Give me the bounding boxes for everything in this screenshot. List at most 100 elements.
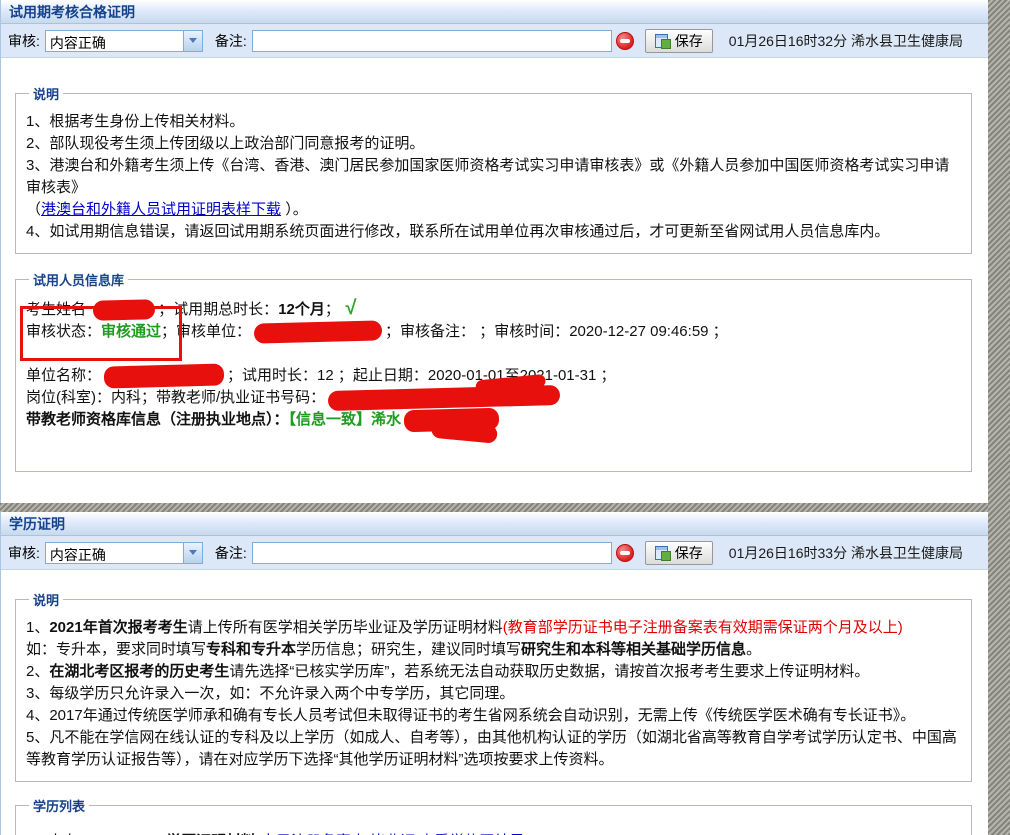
text-segment: (教育部学历证书电子注册备案表有效期需保证两个月及以上) [502,619,903,636]
text-segment: ； [324,301,340,318]
remark-label: 备注: [214,32,247,49]
review-label: 审核: [8,544,40,561]
trainee-info-legend: 试用人员信息库 [33,273,125,288]
text-segment: 5、凡不能在学信网在线认证的专科及以上学历（如成人、自考等），由其他机构认证的学… [26,729,957,768]
text-segment: 请先选择“已核实学历库”，若系统无法自动获取历史数据，请按首次报考考生要求上传证… [229,663,870,680]
text-line: 岗位(科室)：内科；带教老师/执业证书号码： [26,385,961,412]
instructions-fieldset: 说明 1、根据考生身份上传相关材料。 2、部队现役考生须上传团级以上政治部门同意报… [15,84,972,254]
text-line: 2、部队现役考生须上传团级以上政治部门同意报考的证明。 [26,133,961,155]
text-line: 带教老师资格库信息（注册执业地点）：【信息一致】浠水 [26,407,961,433]
text-line: 考生姓名 ；试用期总时长：12个月； √ [26,297,961,321]
text-line: 1、2021年首次报考考生请上传所有医学相关学历毕业证及学历证明材料(教育部学历… [26,617,961,639]
text-line: 审核状态：审核通过；审核单位： ；审核备注： ；审核时间：2020-12-27 0… [26,320,961,344]
text-segment: 4、2017年通过传统医学师承和确有专长人员考试但未取得证书的考生省网系统会自动… [26,707,916,724]
redaction-scribble [92,299,156,321]
hmt-foreign-sample-download-link[interactable]: 港澳台和外籍人员试用证明表样下载 [41,201,281,218]
instructions-fieldset: 说明 1、2021年首次报考考生请上传所有医学相关学历毕业证及学历证明材料(教育… [15,590,972,782]
trainee-info-fieldset: 试用人员信息库 考生姓名 ；试用期总时长：12个月； √ 审核状态：审核通过；审核… [15,270,972,473]
text-segment: 考生姓名 [26,301,91,318]
text-segment: ；审核备注： ；审核时间：2020-12-27 09:46:59 ； [385,323,728,340]
panel-probation-certificate: 试用期考核合格证明 审核: 内容正确 备注: 保存 01月26日16时32分 浠… [0,0,988,503]
text-line: （港澳台和外籍人员试用证明表样下载 ）。 [26,199,961,221]
text-segment: （ [26,201,42,218]
redaction-scribble [403,407,500,433]
instructions-text: 1、根据考生身份上传相关材料。 2、部队现役考生须上传团级以上政治部门同意报考的证… [26,111,961,243]
panel-title: 试用期考核合格证明 [9,4,135,20]
review-select-value: 内容正确 [49,34,106,51]
education-row: 大专 学历证明材料:电子注册备案表 毕业证 查看学信网结果 [26,831,961,835]
text-segment: 12个月 [278,301,325,318]
remark-input[interactable] [251,29,612,52]
panel-title: 学历证明 [9,516,65,532]
text-segment: 研究生和本科等相关基础学历信息 [521,641,747,658]
text-segment: 在湖北考区报考的历史考生 [49,663,230,680]
review-select-value: 内容正确 [49,546,106,563]
page: 试用期考核合格证明 审核: 内容正确 备注: 保存 01月26日16时32分 浠… [0,0,1010,835]
save-button-label: 保存 [674,544,703,561]
text-segment: 带教老师资格库信息（注册执业地点）： [26,411,289,429]
clear-remark-icon[interactable] [615,543,634,562]
save-icon [654,33,671,49]
text-segment: 4、如试用期信息错误，请返回试用期系统页面进行修改，联系所在试用单位再次审核通过… [26,223,890,240]
hatched-right-band [988,0,1010,835]
text-line: 1、根据考生身份上传相关材料。 [26,111,961,133]
degree-level: 大专 [48,831,166,835]
chevron-down-icon[interactable] [182,542,202,563]
text-line [26,343,961,365]
review-label: 审核: [8,32,40,49]
text-segment: ；试用时长：12 ；起止日期：2020-01-01至2021-01-31 ； [227,367,616,384]
text-segment: 岗位(科室)：内科；带教老师/执业证书号码： [26,389,326,407]
text-segment: 审核状态： [26,323,102,340]
remark-label: 备注: [214,544,247,561]
hatched-divider [0,503,1010,512]
text-segment: 1、根据考生身份上传相关材料。 [26,113,245,130]
text-segment: 审核通过 [101,323,162,340]
toolbar-probation: 审核: 内容正确 备注: 保存 01月26日16时32分 浠水县卫生健康局 [1,24,988,58]
text-line: 2、在湖北考区报考的历史考生请先选择“已核实学历库”，若系统无法自动获取历史数据… [26,661,961,683]
text-segment: 【信息一致】浠水 [288,411,402,429]
save-button[interactable]: 保存 [644,28,713,53]
panel-education-certificate: 学历证明 审核: 内容正确 备注: 保存 01月26日16时33分 浠水县卫生健… [0,512,988,835]
save-button[interactable]: 保存 [644,540,713,565]
check-icon: √ [339,297,357,319]
review-select[interactable]: 内容正确 [44,29,203,52]
toolbar-education: 审核: 内容正确 备注: 保存 01月26日16时33分 浠水县卫生健康局 [1,536,988,570]
education-list-legend: 学历列表 [33,799,86,814]
review-timestamp: 01月26日16时33分 浠水县卫生健康局 [728,544,963,561]
text-line: 5、凡不能在学信网在线认证的专科及以上学历（如成人、自考等），由其他机构认证的学… [26,727,961,771]
text-line: 4、2017年通过传统医学师承和确有专长人员考试但未取得证书的考生省网系统会自动… [26,705,961,727]
text-segment: 2、 [26,663,50,680]
remark-input[interactable] [251,541,612,564]
text-segment: 3、港澳台和外籍考生须上传《台湾、香港、澳门居民参加国家医师资格考试实习申请审核… [26,157,950,196]
review-select[interactable]: 内容正确 [44,541,203,564]
text-segment: 2、部队现役考生须上传团级以上政治部门同意报考的证明。 [26,135,425,152]
text-segment: ）。 [281,201,308,218]
review-timestamp: 01月26日16时32分 浠水县卫生健康局 [728,32,963,49]
education-list-fieldset: 学历列表 大专 学历证明材料:电子注册备案表 毕业证 查看学信网结果 [15,796,972,835]
save-icon [654,545,671,561]
text-segment: 单位名称： [26,367,102,384]
clear-remark-icon[interactable] [615,31,634,50]
text-segment: 学历信息；研究生，建议同时填写 [296,641,522,658]
text-segment: ；试用期总时长： [158,301,279,318]
panel-body-education: 说明 1、2021年首次报考考生请上传所有医学相关学历毕业证及学历证明材料(教育… [1,590,988,835]
text-segment: 3、每级学历只允许录入一次，如：不允许录入两个中专学历，其它同理。 [26,685,515,702]
text-line: 如：专升本，要求同时填写专科和专升本学历信息；研究生，建议同时填写研究生和本科等… [26,639,961,661]
panel-body-probation: 说明 1、根据考生身份上传相关材料。 2、部队现役考生须上传团级以上政治部门同意报… [1,84,988,473]
redaction-scribble [253,320,383,344]
instructions-text: 1、2021年首次报考考生请上传所有医学相关学历毕业证及学历证明材料(教育部学历… [26,617,961,771]
save-button-label: 保存 [674,32,703,49]
panel-header-education: 学历证明 [1,512,988,536]
text-segment: 专科和专升本 [206,641,297,658]
text-line: 3、每级学历只允许录入一次，如：不允许录入两个中专学历，其它同理。 [26,683,961,705]
text-line: 3、港澳台和外籍考生须上传《台湾、香港、澳门居民参加国家医师资格考试实习申请审核… [26,155,961,199]
text-segment: 2021年首次报考考生 [49,619,188,636]
trainee-info-text: 考生姓名 ；试用期总时长：12个月； √ 审核状态：审核通过；审核单位： ；审核备注… [26,297,961,433]
chevron-down-icon[interactable] [182,30,202,51]
instructions-legend: 说明 [33,593,60,608]
redaction-scribble [103,363,225,389]
certificate-materials: 学历证明材料:电子注册备案表 毕业证 查看学信网结果 [166,831,524,835]
text-segment: 1、 [26,619,50,636]
instructions-legend: 说明 [33,87,60,102]
text-segment: ；审核单位： [161,323,252,340]
